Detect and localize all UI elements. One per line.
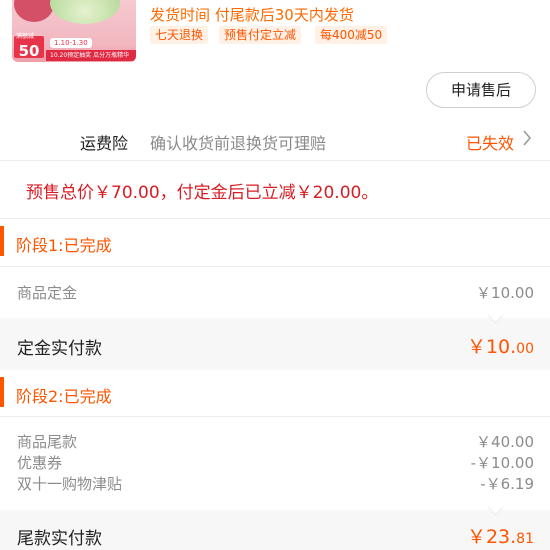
section-divider xyxy=(0,218,550,219)
balance-value: ￥40.00 xyxy=(476,433,534,451)
deposit-value: ￥10.00 xyxy=(476,284,534,302)
shopping-allowance-value: -￥6.19 xyxy=(480,475,534,493)
section-divider xyxy=(0,416,550,417)
deposit-paid-row: 定金实付款 ￥10.00 xyxy=(0,307,550,370)
deposit-paid-label: 定金实付款 xyxy=(17,339,102,359)
thumbnail-date-range: 1.10-1.30 xyxy=(50,38,92,48)
shopping-allowance-label: 双十一购物津贴 xyxy=(17,475,123,493)
shipping-time-text: 发货时间 付尾款后30天内发货 xyxy=(150,6,354,24)
apply-after-sale-button[interactable]: 申请售后 xyxy=(426,72,536,108)
coupon-value: -￥10.00 xyxy=(470,454,534,472)
thumbnail-promo-bar: 10.20预定抽奖 瓜分万瓶精华 xyxy=(46,50,136,61)
deposit-paid-amount: ￥10.00 xyxy=(466,336,534,358)
coupon-label: 优惠券 xyxy=(17,454,63,472)
balance-paid-amount: ￥23.81 xyxy=(466,526,534,548)
service-tag-presale: 预售付定立减 xyxy=(219,26,302,44)
thumbnail-badge-prefix: 满额减 xyxy=(16,33,35,40)
stage1-indicator-bar xyxy=(0,226,4,256)
stage1-title: 阶段1:已完成 xyxy=(16,236,112,255)
product-jar-pink xyxy=(14,0,54,22)
row-notch xyxy=(487,499,504,516)
product-thumbnail[interactable]: 50 满额减 1.10-1.30 10.20预定抽奖 瓜分万瓶精华 xyxy=(12,0,136,62)
service-tag-return: 七天退换 xyxy=(150,26,209,44)
stage2-title: 阶段2:已完成 xyxy=(16,387,112,406)
presale-total-note: 预售总价￥70.00，付定金后已立减￥20.00。 xyxy=(26,183,379,203)
product-jar-green xyxy=(50,0,120,24)
stage2-indicator-bar xyxy=(0,377,4,407)
freight-insurance-label: 运费险 xyxy=(80,134,129,153)
freight-insurance-status: 已失效 xyxy=(466,134,515,153)
service-tag-discount: 每400减50 xyxy=(315,26,388,44)
section-divider xyxy=(0,160,550,161)
balance-label: 商品尾款 xyxy=(17,433,78,451)
chevron-right-icon xyxy=(522,129,532,151)
freight-insurance-row[interactable]: 运费险 确认收货前退换货可理赔 已失效 xyxy=(0,120,550,160)
deposit-label: 商品定金 xyxy=(17,284,78,302)
freight-insurance-description: 确认收货前退换货可理赔 xyxy=(150,134,327,153)
row-notch xyxy=(487,307,504,324)
section-divider xyxy=(0,266,550,267)
balance-paid-row: 尾款实付款 ￥23.81 xyxy=(0,499,550,550)
balance-paid-label: 尾款实付款 xyxy=(17,529,102,549)
